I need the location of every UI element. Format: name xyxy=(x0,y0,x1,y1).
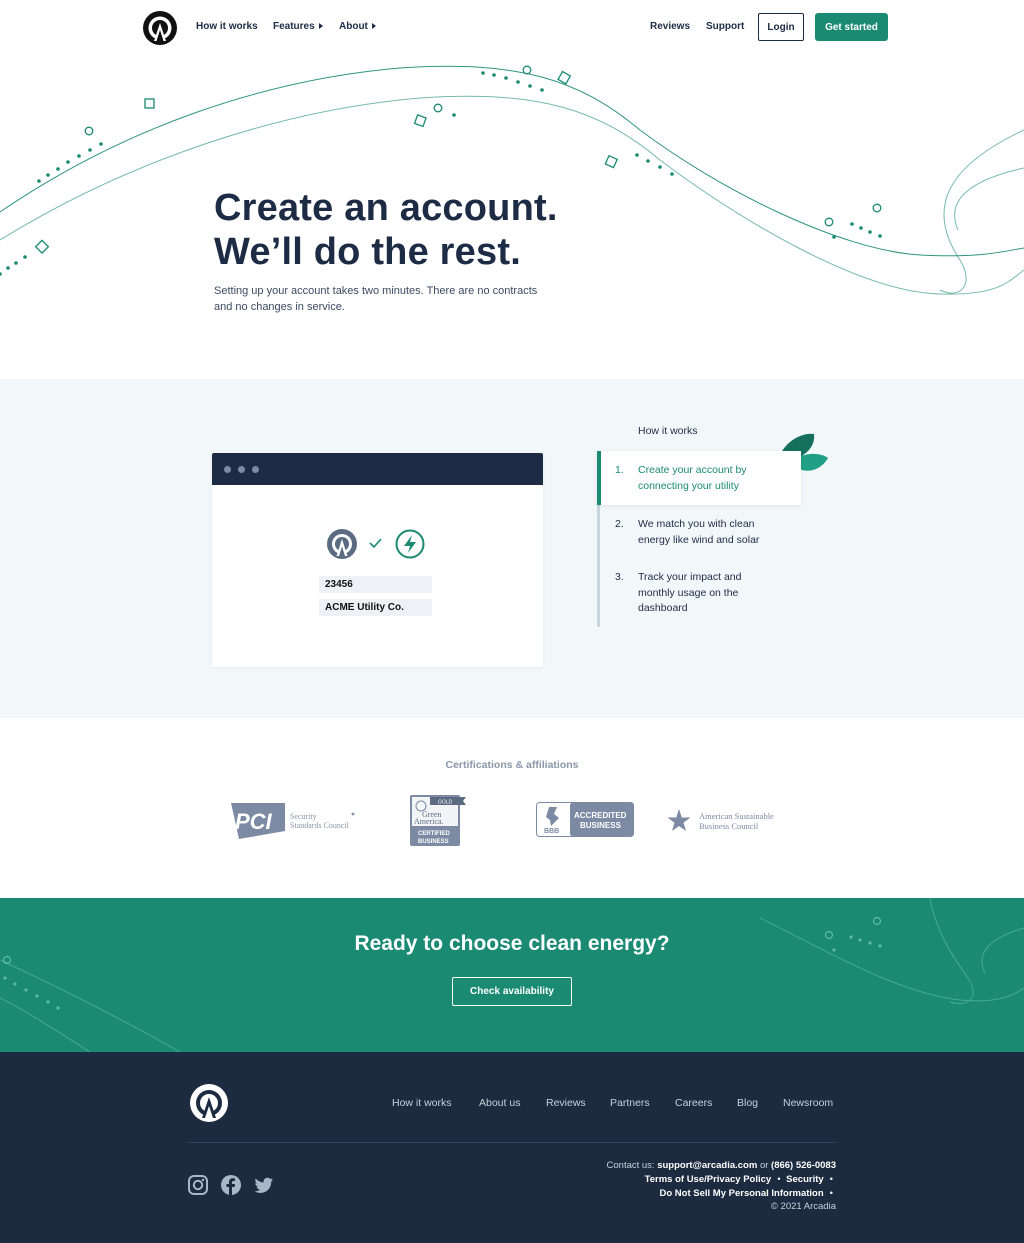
hero-title-line-2: We’ll do the rest. xyxy=(214,231,521,273)
how-it-works-label: How it works xyxy=(638,425,698,437)
nav-features[interactable]: Features xyxy=(273,21,323,32)
svg-text:Standards Council: Standards Council xyxy=(290,821,350,830)
cta-banner: Ready to choose clean energy? Check avai… xyxy=(0,898,1024,1052)
footer-nav-about-us[interactable]: About us xyxy=(479,1097,520,1109)
footer-divider xyxy=(188,1142,836,1143)
window-dot-icon xyxy=(224,466,231,473)
footer-nav-careers[interactable]: Careers xyxy=(675,1097,712,1109)
instagram-icon[interactable] xyxy=(187,1174,209,1196)
bullet-icon: • xyxy=(777,1173,781,1185)
footer-contact: Contact us: support@arcadia.com or (866)… xyxy=(607,1159,836,1214)
browser-title-bar xyxy=(212,453,543,485)
arcadia-mark-icon xyxy=(327,529,357,559)
svg-text:BBB: BBB xyxy=(544,828,559,835)
do-not-sell-link[interactable]: Do Not Sell My Personal Information xyxy=(660,1188,824,1199)
nav-about[interactable]: About xyxy=(339,21,376,32)
support-phone-link[interactable]: (866) 526-0083 xyxy=(771,1160,836,1171)
step-number: 1. xyxy=(615,464,624,476)
svg-text:American Sustainable: American Sustainable xyxy=(699,811,774,821)
window-dot-icon xyxy=(238,466,245,473)
nav-reviews[interactable]: Reviews xyxy=(650,21,690,32)
hero-title: Create an account. We’ll do the rest. xyxy=(214,186,558,274)
caret-right-icon xyxy=(318,23,323,30)
svg-text:PCI: PCI xyxy=(235,809,273,834)
svg-text:GOLD: GOLD xyxy=(438,800,453,806)
svg-text:ACCREDITED: ACCREDITED xyxy=(574,811,627,820)
get-started-button[interactable]: Get started xyxy=(815,13,888,41)
step-number: 3. xyxy=(615,571,624,583)
check-availability-button[interactable]: Check availability xyxy=(452,977,572,1006)
facebook-icon[interactable] xyxy=(220,1174,242,1196)
how-it-works-section: 23456 ACME Utility Co. How it works 1. C… xyxy=(0,379,1024,718)
support-email-link[interactable]: support@arcadia.com xyxy=(657,1160,757,1171)
svg-text:BUSINESS: BUSINESS xyxy=(418,839,449,845)
cta-wave-decoration xyxy=(0,898,1024,1052)
step-text: Track your impact and monthly usage on t… xyxy=(638,571,742,614)
utility-name-field: ACME Utility Co. xyxy=(319,599,432,616)
bullet-icon: • xyxy=(829,1187,833,1199)
login-button[interactable]: Login xyxy=(758,13,804,41)
certifications-title: Certifications & affiliations xyxy=(445,759,579,771)
bbb-accredited-logo: BBB ACCREDITED BUSINESS xyxy=(536,802,634,837)
svg-text:Business Council: Business Council xyxy=(699,821,759,831)
site-footer: How it works About us Reviews Partners C… xyxy=(0,1052,1024,1243)
footer-nav-how-it-works[interactable]: How it works xyxy=(392,1097,452,1109)
asbc-logo: American Sustainable Business Council xyxy=(667,809,774,831)
svg-text:BUSINESS: BUSINESS xyxy=(580,821,622,830)
arcadia-footer-logo-icon[interactable] xyxy=(189,1083,229,1123)
browser-mockup: 23456 ACME Utility Co. xyxy=(212,453,543,667)
footer-nav-blog[interactable]: Blog xyxy=(737,1097,758,1109)
green-america-logo: GOLD Green America. CERTIFIED BUSINESS xyxy=(410,795,466,846)
twitter-icon[interactable] xyxy=(253,1174,275,1196)
connection-icons xyxy=(327,529,425,559)
footer-nav-partners[interactable]: Partners xyxy=(610,1097,650,1109)
hero-subtitle: Setting up your account takes two minute… xyxy=(214,285,538,313)
contact-or: or xyxy=(759,1160,769,1171)
window-dot-icon xyxy=(252,466,259,473)
cta-title: Ready to choose clean energy? xyxy=(354,932,670,955)
caret-right-icon xyxy=(371,23,376,30)
arcadia-logo-icon[interactable] xyxy=(142,10,178,46)
step-text: We match you with clean energy like wind… xyxy=(638,518,760,546)
contact-prefix: Contact us: xyxy=(606,1160,655,1171)
copyright: © 2021 Arcadia xyxy=(770,1201,836,1213)
hero-title-line-1: Create an account. xyxy=(214,187,558,229)
svg-text:America.: America. xyxy=(414,817,444,826)
account-number-field: 23456 xyxy=(319,576,432,593)
site-header: How it works Features About Reviews Supp… xyxy=(0,0,1024,56)
terms-link[interactable]: Terms of Use/Privacy Policy xyxy=(645,1174,772,1185)
svg-text:Security: Security xyxy=(290,812,317,821)
footer-nav-newsroom[interactable]: Newsroom xyxy=(783,1097,833,1109)
nav-support[interactable]: Support xyxy=(706,21,744,32)
bullet-icon: • xyxy=(829,1173,833,1185)
checkmark-icon xyxy=(369,538,382,549)
security-link[interactable]: Security xyxy=(786,1174,824,1185)
step-number: 2. xyxy=(615,518,624,530)
footer-nav-reviews[interactable]: Reviews xyxy=(546,1097,586,1109)
nav-how-it-works[interactable]: How it works xyxy=(196,21,258,32)
lightning-bolt-icon xyxy=(395,529,425,559)
svg-text:CERTIFIED: CERTIFIED xyxy=(418,831,450,837)
pci-logo: PCI Security Standards Council xyxy=(231,803,355,839)
step-text: Create your account by connecting your u… xyxy=(638,464,747,492)
